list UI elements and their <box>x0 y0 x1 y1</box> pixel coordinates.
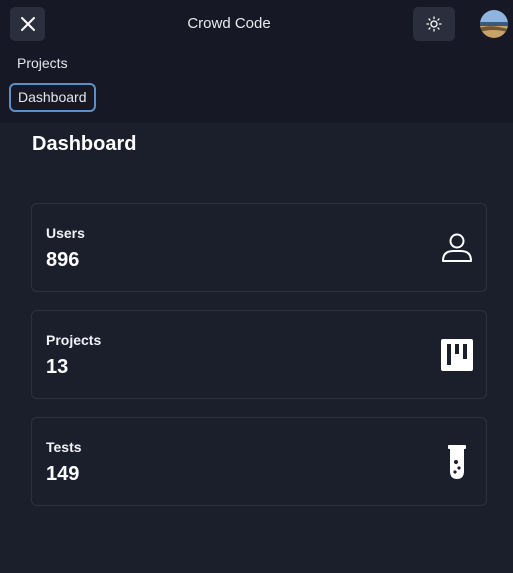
top-navigation-bar: Crowd Code Projects Dashboard <box>0 0 513 123</box>
avatar-image <box>480 10 508 38</box>
stat-card-label: Projects <box>46 332 102 348</box>
stat-card-label: Users <box>46 225 85 241</box>
theme-toggle-button[interactable] <box>413 7 455 41</box>
nav-item-dashboard[interactable]: Dashboard <box>9 83 96 112</box>
stat-card-label: Tests <box>46 439 82 455</box>
stat-card-tests: Tests 149 <box>31 417 487 506</box>
stat-card-value: 896 <box>46 249 80 271</box>
nav-item-projects[interactable]: Projects <box>9 49 76 77</box>
stat-card-projects: Projects 13 <box>31 310 487 399</box>
user-icon <box>439 230 475 266</box>
kanban-board-icon <box>439 337 475 373</box>
test-tube-icon <box>439 444 475 480</box>
stat-card-users: Users 896 <box>31 203 487 292</box>
app-title: Crowd Code <box>187 15 271 32</box>
stat-card-value: 13 <box>46 356 69 378</box>
stat-card-value: 149 <box>46 463 80 485</box>
page-title: Dashboard <box>32 133 137 155</box>
sun-icon <box>426 16 442 32</box>
avatar[interactable] <box>480 10 508 38</box>
